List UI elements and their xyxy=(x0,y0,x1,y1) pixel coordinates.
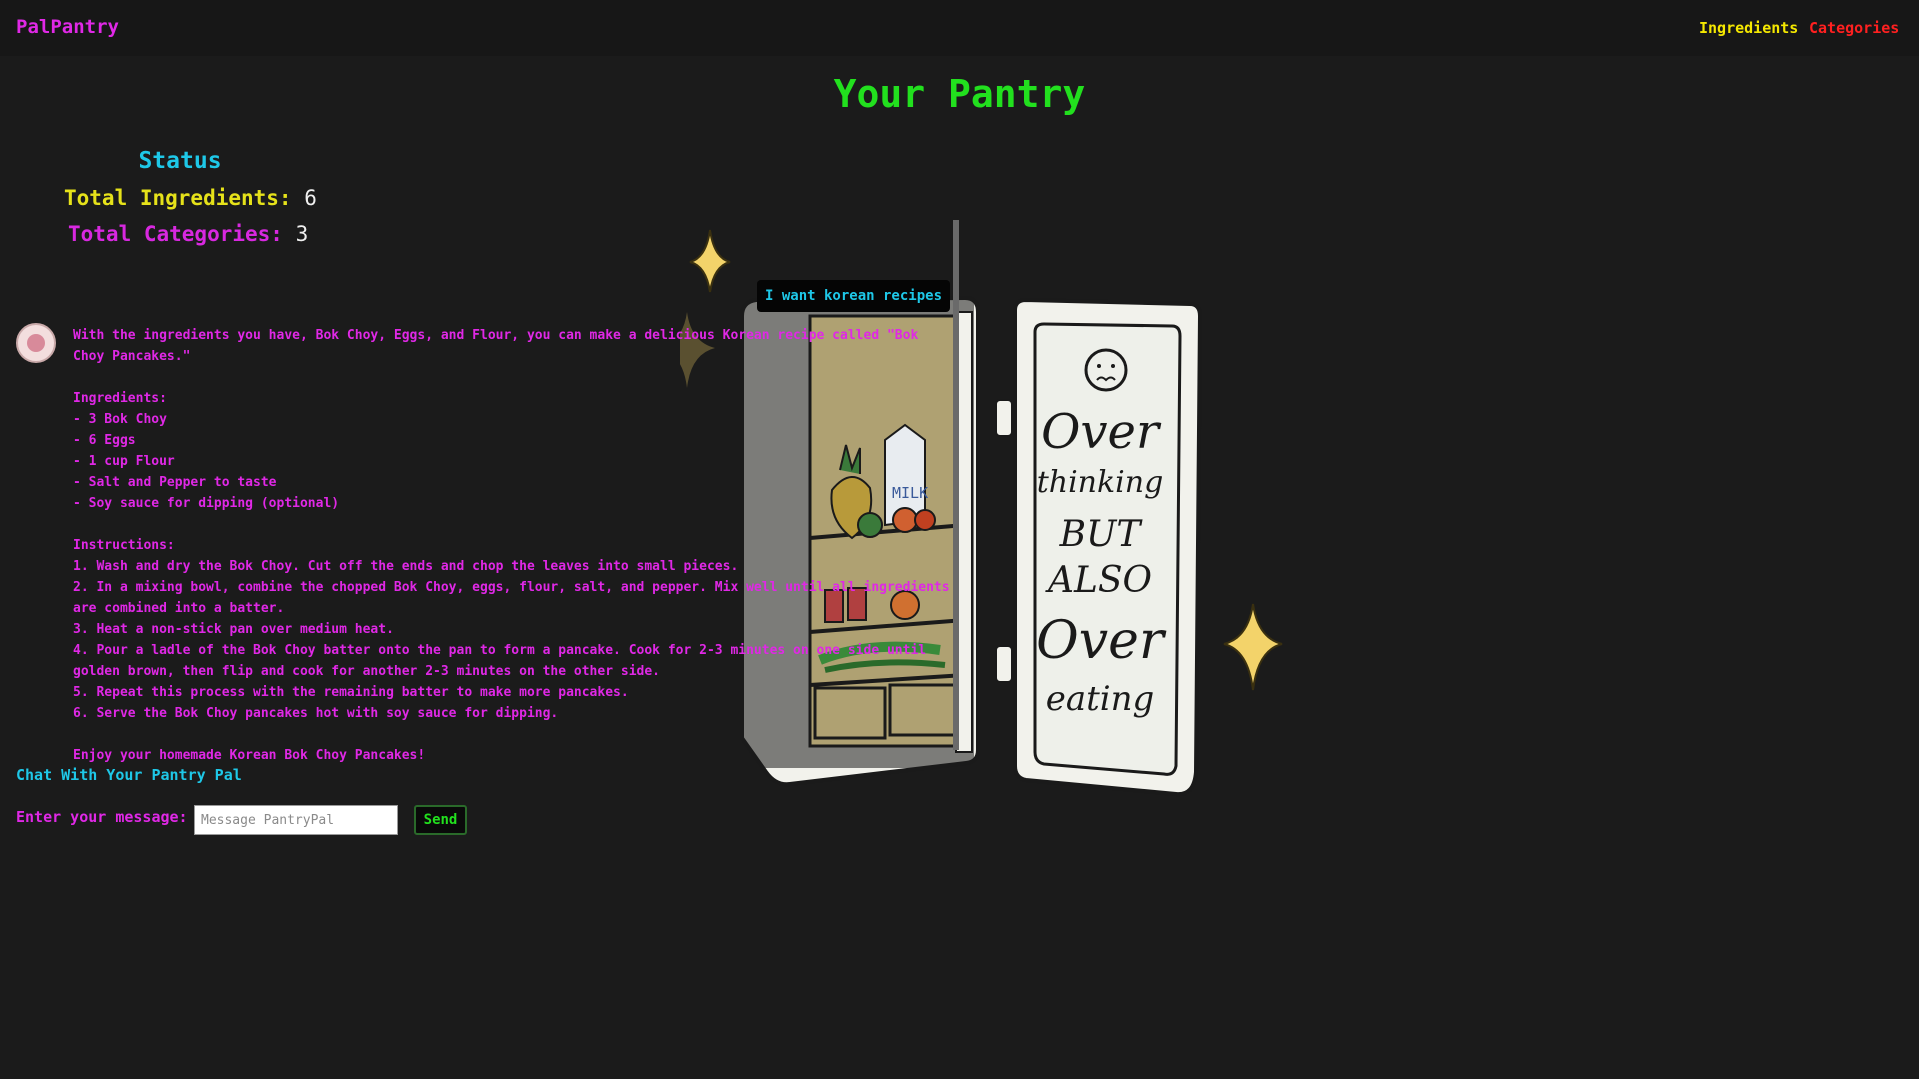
total-ingredients-value: 6 xyxy=(304,186,317,210)
status-total-categories: Total Categories: 3 xyxy=(68,222,308,246)
sparkle-icon xyxy=(689,229,731,293)
door-text-but: BUT xyxy=(1059,514,1144,555)
door-text-eating: eating xyxy=(1046,679,1155,719)
total-categories-label: Total Categories: xyxy=(68,222,283,246)
status-heading: Status xyxy=(138,148,222,174)
message-input[interactable] xyxy=(194,805,398,835)
brand-logo-link[interactable]: PalPantry xyxy=(16,16,119,38)
status-total-ingredients: Total Ingredients: 6 xyxy=(64,186,317,210)
page-title: Your Pantry xyxy=(833,72,1086,116)
door-text-also: ALSO xyxy=(1045,560,1152,601)
sparkle-icon xyxy=(1223,603,1283,691)
bot-avatar-face-icon xyxy=(27,334,45,352)
send-button[interactable]: Send xyxy=(414,805,467,835)
door-text-over-2: Over xyxy=(1036,611,1167,671)
chat-heading: Chat With Your Pantry Pal xyxy=(16,766,242,784)
total-ingredients-label: Total Ingredients: xyxy=(64,186,292,210)
user-message-bubble: I want korean recipes xyxy=(757,280,951,312)
door-text-over: Over xyxy=(1041,404,1162,460)
bot-avatar xyxy=(16,323,56,363)
bot-message: With the ingredients you have, Bok Choy,… xyxy=(73,328,950,763)
message-input-label: Enter your message: xyxy=(16,808,188,826)
door-text-thinking: thinking xyxy=(1037,465,1164,500)
navbar: PalPantry Ingredients Categories xyxy=(0,0,1919,56)
nav-link-categories[interactable]: Categories xyxy=(1809,19,1899,37)
total-categories-value: 3 xyxy=(295,222,309,246)
nav-link-ingredients[interactable]: Ingredients xyxy=(1699,19,1798,37)
